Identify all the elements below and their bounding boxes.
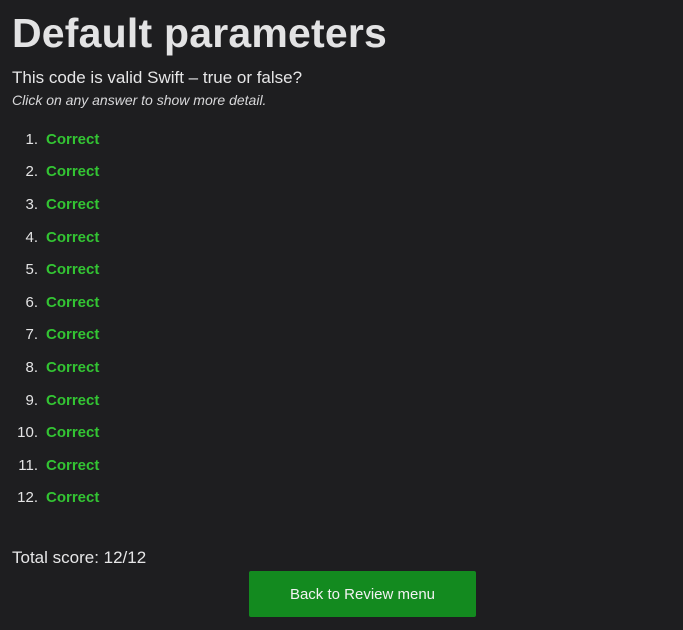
answer-status[interactable]: Correct (46, 489, 99, 506)
answer-row-4[interactable]: 4. Correct (12, 221, 671, 254)
answer-row-10[interactable]: 10. Correct (12, 416, 671, 449)
answer-list: 1. Correct 2. Correct 3. Correct 4. Corr… (12, 123, 671, 514)
question-text: This code is valid Swift – true or false… (12, 68, 303, 87)
answer-status[interactable]: Correct (46, 163, 99, 180)
answer-row-8[interactable]: 8. Correct (12, 351, 671, 384)
answer-row-9[interactable]: 9. Correct (12, 384, 671, 417)
answer-number: 4. (25, 228, 38, 246)
answer-status[interactable]: Correct (46, 261, 99, 278)
answer-number: 11. (18, 456, 38, 474)
answer-row-12[interactable]: 12. Correct (12, 482, 671, 515)
answer-row-2[interactable]: 2. Correct (12, 156, 671, 189)
answer-number: 8. (25, 358, 38, 376)
answer-row-5[interactable]: 5. Correct (12, 253, 671, 286)
answer-status[interactable]: Correct (46, 294, 99, 311)
answer-row-7[interactable]: 7. Correct (12, 319, 671, 352)
hint-text: Click on any answer to show more detail. (12, 92, 267, 108)
answer-number: 3. (25, 195, 38, 213)
answer-number: 1. (25, 130, 38, 148)
answer-number: 12. (17, 489, 38, 507)
answer-row-3[interactable]: 3. Correct (12, 188, 671, 221)
back-to-review-menu-button[interactable]: Back to Review menu (249, 571, 476, 617)
answer-status[interactable]: Correct (46, 326, 99, 343)
answer-number: 7. (25, 326, 38, 344)
answer-status[interactable]: Correct (46, 424, 99, 441)
review-results-page: Default parameters This code is valid Sw… (0, 0, 683, 630)
answer-number: 2. (25, 163, 38, 181)
answer-status[interactable]: Correct (46, 359, 99, 376)
answer-status[interactable]: Correct (46, 196, 99, 213)
answer-number: 5. (25, 261, 38, 279)
answer-number: 9. (25, 391, 38, 409)
answer-status[interactable]: Correct (46, 229, 99, 246)
answer-status[interactable]: Correct (46, 131, 99, 148)
total-score: Total score: 12/12 (12, 548, 147, 568)
answer-status[interactable]: Correct (46, 392, 99, 409)
answer-row-6[interactable]: 6. Correct (12, 286, 671, 319)
answer-row-1[interactable]: 1. Correct (12, 123, 671, 156)
page-title: Default parameters (12, 10, 388, 56)
answer-row-11[interactable]: 11. Correct (12, 449, 671, 482)
answer-status[interactable]: Correct (46, 457, 99, 474)
answer-number: 6. (25, 293, 38, 311)
answer-number: 10. (17, 424, 38, 442)
